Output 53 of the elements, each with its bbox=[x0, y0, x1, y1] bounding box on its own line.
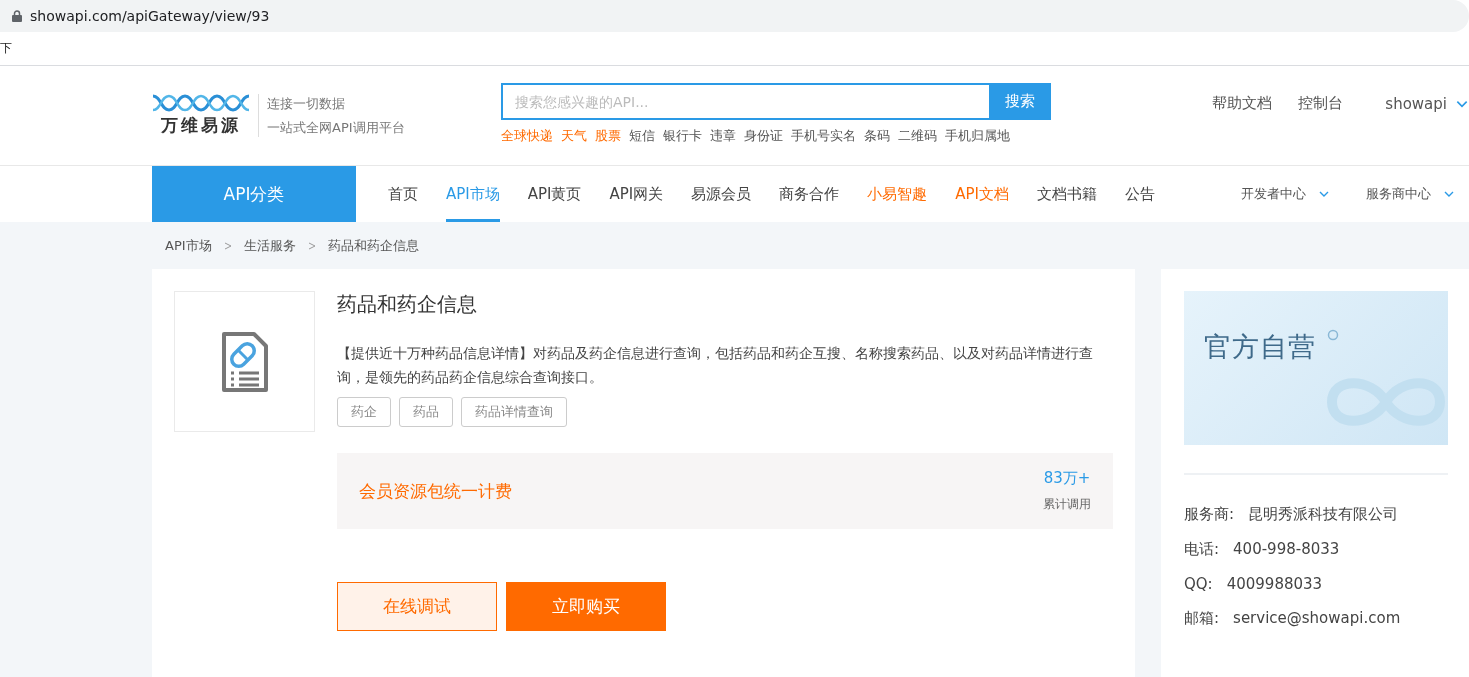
breadcrumb-link[interactable]: API市场 bbox=[165, 236, 212, 255]
logo-name: 万维易源 bbox=[161, 114, 241, 137]
info-label: 服务商: bbox=[1184, 505, 1235, 524]
url-text: showapi.com/apiGateway/view/93 bbox=[30, 8, 270, 24]
info-label: QQ: bbox=[1184, 575, 1213, 593]
breadcrumb-link[interactable]: 生活服务 bbox=[243, 236, 296, 255]
lock-icon bbox=[12, 10, 22, 22]
dropdown-menu[interactable]: 开发者中心 bbox=[1241, 185, 1330, 203]
info-value: 4009988033 bbox=[1226, 575, 1323, 593]
info-label: 电话: bbox=[1184, 540, 1220, 559]
info-value: 昆明秀派科技有限公司 bbox=[1248, 505, 1399, 524]
hot-search-link[interactable]: 条码 bbox=[864, 127, 890, 145]
info-value: service@showapi.com bbox=[1233, 609, 1401, 628]
pricing-plan: 会员资源包统一计费 bbox=[359, 479, 512, 503]
nav-tab[interactable]: API黄页 bbox=[527, 166, 582, 222]
product-tag: 药品详情查询 bbox=[461, 397, 567, 427]
product-tag: 药品 bbox=[399, 397, 453, 427]
slogan-text: 一站式全网API调用平台 bbox=[267, 118, 405, 137]
bookmark-item[interactable]: 下 bbox=[0, 40, 12, 57]
wave-logo-icon bbox=[152, 94, 250, 112]
hot-search-link[interactable]: 银行卡 bbox=[663, 127, 702, 145]
medicine-document-icon bbox=[220, 330, 269, 393]
nav-tab[interactable]: 首页 bbox=[388, 166, 418, 222]
hot-search-link[interactable]: 违章 bbox=[710, 127, 736, 145]
info-label: 邮箱: bbox=[1184, 609, 1220, 628]
dropdown-menu[interactable]: 服务商中心 bbox=[1366, 185, 1455, 203]
nav-tab[interactable]: 文档书籍 bbox=[1036, 166, 1097, 222]
hot-search-link[interactable]: 手机归属地 bbox=[945, 127, 1010, 145]
nav-tab[interactable]: 公告 bbox=[1124, 166, 1155, 222]
search-field[interactable]: 搜索您感兴趣的API... bbox=[501, 83, 989, 120]
nav-tab[interactable]: 商务合作 bbox=[779, 166, 840, 222]
slogan-text: 连接一切数据 bbox=[267, 94, 346, 113]
hot-search-link[interactable]: 身份证 bbox=[744, 127, 783, 145]
chevron-icon bbox=[223, 241, 232, 250]
header-link[interactable]: 控制台 bbox=[1298, 94, 1344, 113]
chevron-icon bbox=[307, 241, 316, 250]
product-description: 【提供近十万种药品信息详情】对药品及药企信息进行查询，包括药品和药企互搜、名称搜索药品、以及对药品详情进行查询，是领先的药品药企信息综合查询接口。 bbox=[337, 344, 1094, 387]
call-count: 83万+ bbox=[1043, 469, 1091, 488]
address-bar[interactable]: showapi.com/apiGateway/view/93 bbox=[0, 0, 1469, 32]
user-menu[interactable]: showapi bbox=[1385, 94, 1469, 113]
header-link[interactable]: 帮助文档 bbox=[1212, 94, 1273, 113]
nav-tab[interactable]: API网关 bbox=[609, 166, 664, 222]
hot-search-link[interactable]: 二维码 bbox=[898, 127, 937, 145]
product-title: 药品和药企信息 bbox=[337, 291, 478, 317]
nav-tab[interactable]: 易源会员 bbox=[691, 166, 752, 222]
circle-icon bbox=[1327, 329, 1339, 341]
hot-search-link[interactable]: 短信 bbox=[629, 127, 655, 145]
product-tag: 药企 bbox=[337, 397, 391, 427]
hot-search-link[interactable]: 手机号实名 bbox=[791, 127, 856, 145]
breadcrumb-link[interactable]: 药品和药企信息 bbox=[327, 236, 419, 255]
banner-text: 官方自营 bbox=[1204, 330, 1316, 364]
info-value: 400-998-8033 bbox=[1233, 540, 1340, 559]
call-count-label: 累计调用 bbox=[1043, 496, 1091, 513]
